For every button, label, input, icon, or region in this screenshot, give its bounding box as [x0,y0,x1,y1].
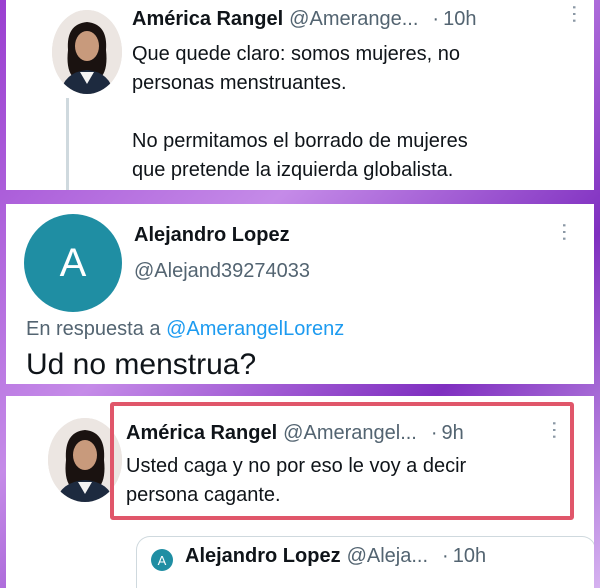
tweet-card-original[interactable]: América Rangel @Amerange... · 10h ⋯ Que … [6,0,594,190]
separator-dot: · [430,422,438,444]
more-options-icon[interactable]: ⋯ [543,420,565,439]
tweet-text: Usted caga y no por eso le voy a decir p… [126,455,467,506]
author-name[interactable]: América Rangel [132,8,283,31]
more-options-icon[interactable]: ⋯ [563,4,585,23]
author-name[interactable]: Alejandro Lopez [185,545,341,568]
profile-photo-avatar[interactable] [52,10,122,94]
woman-portrait-icon [52,10,122,94]
thread-connector-line [66,98,69,190]
tweet-text: Ud no menstrua? [26,348,257,381]
replying-to-line: En respuesta a @AmerangelLorenz [26,318,344,341]
tweet-header: América Rangel @Amerangel... · 9h [126,422,464,445]
initial-avatar[interactable]: A [24,214,122,312]
author-name[interactable]: Alejandro Lopez [134,224,290,247]
author-handle[interactable]: @Amerangel... [283,422,417,445]
more-options-icon[interactable]: ⋯ [553,222,575,241]
quoted-tweet[interactable]: A Alejandro Lopez @Aleja... · 10h [136,536,594,588]
tweet-text: Que quede claro: somos mujeres, no perso… [132,43,468,181]
tweet-card-reply[interactable]: A Alejandro Lopez @Alejand39274033 ⋯ En … [6,204,594,384]
author-handle[interactable]: @Alejand39274033 [134,260,310,283]
replying-to-prefix: En respuesta a [26,318,167,340]
tweet-timestamp[interactable]: 10h [453,545,486,568]
author-handle[interactable]: @Amerange... [289,8,418,31]
tweet-timestamp[interactable]: 9h [442,422,464,445]
quoted-tweet-header: Alejandro Lopez @Aleja... · 10h [185,545,486,568]
tweet-card-response[interactable]: América Rangel @Amerangel... · 9h ⋯ Uste… [6,396,594,588]
separator-dot: · [442,545,449,567]
author-handle[interactable]: @Aleja... [347,545,428,568]
separator-dot: · [432,8,440,30]
tweet-timestamp[interactable]: 10h [443,8,476,31]
author-name[interactable]: América Rangel [126,422,277,445]
tweet-header: América Rangel @Amerange... · 10h [132,8,476,31]
initial-avatar[interactable]: A [151,549,173,571]
replying-to-link[interactable]: @AmerangelLorenz [166,318,344,340]
